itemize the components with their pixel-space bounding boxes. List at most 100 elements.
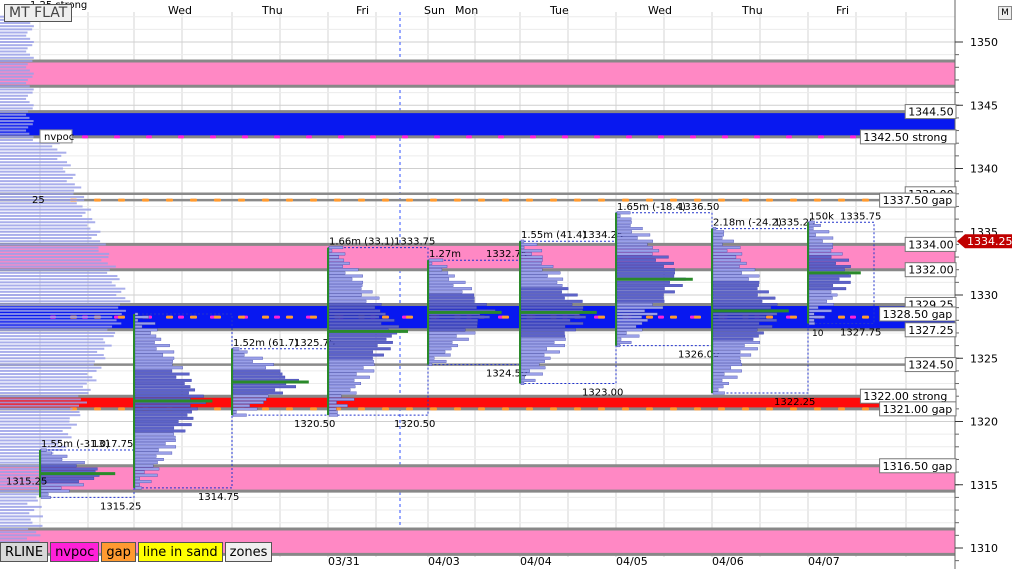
gap-marker: [118, 198, 125, 202]
session-volume-label: 2.18m (-24.2): [713, 218, 782, 229]
nvpoc-marker: [274, 135, 280, 139]
day-header-label: Wed: [168, 4, 192, 17]
gap-marker: [454, 407, 461, 411]
profile-bar: [616, 230, 632, 234]
gap-marker: [334, 198, 341, 202]
left-profile-bar: [0, 22, 31, 25]
left-profile-bar: [0, 328, 108, 331]
profile-bar: [712, 284, 759, 287]
gap-marker: [310, 198, 317, 202]
left-profile-bar: [0, 240, 101, 243]
profile-bar: [134, 334, 157, 338]
left-profile-bar: [0, 72, 34, 75]
gap-marker: [286, 407, 293, 411]
nvpoc-button[interactable]: nvpoc: [50, 542, 100, 562]
profile-bar: [428, 344, 458, 348]
profile-bar: [428, 261, 433, 265]
profile-bar: [712, 340, 760, 344]
profile-bar: [328, 391, 357, 395]
gap-marker: [430, 198, 437, 202]
profile-bar: [808, 274, 851, 278]
line-in-sand-button[interactable]: line in sand: [137, 542, 223, 562]
maximize-button[interactable]: M: [998, 6, 1012, 20]
profile-bar: [520, 375, 525, 379]
profile-bar: [520, 356, 551, 360]
session-low-label: 1320.50: [294, 419, 335, 430]
left-profile-bar: [0, 528, 29, 531]
nvpoc-marker: [818, 135, 824, 139]
gap-marker: [406, 407, 413, 411]
profile-bar: [808, 293, 838, 297]
profile-bar: [328, 334, 392, 338]
gap-marker: [142, 198, 149, 202]
profile-bar: [616, 299, 665, 303]
profile-bar: [134, 363, 173, 367]
bottom-toolbar: RLINE nvpoc gap line in sand zones: [0, 542, 273, 564]
profile-bar: [134, 337, 162, 341]
gap-marker: [478, 407, 485, 411]
profile-bar: [134, 369, 173, 373]
left-profile-bar: [0, 281, 112, 284]
left-profile-bar: [0, 395, 79, 398]
profile-bar: [616, 258, 656, 262]
left-profile-bar: [0, 249, 99, 252]
profile-bar: [428, 280, 466, 284]
zones-button[interactable]: zones: [224, 542, 273, 562]
profile-bar: [328, 296, 380, 300]
left-profile-bar: [0, 135, 34, 138]
profile-bar: [428, 347, 452, 351]
left-profile-bar: [0, 417, 70, 420]
left-profile-bar: [0, 512, 30, 515]
profile-bar: [616, 249, 660, 253]
left-profile-bar: [0, 369, 97, 372]
profile-bar: [428, 337, 469, 341]
profile-bar: [616, 290, 675, 294]
nvpoc-marker: [786, 135, 792, 139]
profile-bar: [428, 340, 453, 344]
profile-bar: [428, 318, 478, 322]
gap-button[interactable]: gap: [101, 542, 136, 562]
profile-bar: [328, 274, 363, 278]
left-profile-bar: [0, 335, 114, 338]
left-profile-bar: [0, 385, 83, 388]
profile-bar: [328, 385, 356, 389]
left-profile-bar: [0, 350, 98, 353]
left-profile-bar: [0, 376, 93, 379]
profile-bar: [328, 290, 373, 294]
profile-bar: [134, 464, 154, 468]
session-low-label: 1315.25: [100, 501, 141, 512]
profile-bar: [712, 299, 763, 303]
profile-bar: [134, 429, 186, 433]
gap-marker: [742, 407, 749, 411]
profile-bar: [134, 432, 174, 436]
profile-bar: [328, 325, 400, 329]
profile-bar: [616, 252, 653, 256]
profile-bar: [134, 350, 175, 354]
profile-bar: [328, 394, 342, 398]
market-profile-chart[interactable]: 1.55m (-31.0)1315.251314.751.52m (61.7)1…: [0, 0, 1016, 569]
profile-bar: [232, 410, 237, 414]
profile-bar: [134, 312, 139, 316]
profile-bar: [520, 280, 558, 284]
gap-marker: [214, 407, 221, 411]
profile-bar: [616, 274, 675, 278]
profile-bar: [520, 347, 548, 351]
left-profile-bar: [0, 170, 66, 173]
profile-bar: [520, 287, 569, 291]
profile-bar: [808, 268, 845, 272]
left-profile-bar: [0, 180, 67, 183]
profile-bar: [712, 363, 742, 367]
profile-bar: [328, 309, 381, 313]
left-profile-bar: [0, 85, 30, 88]
rline-button[interactable]: RLINE: [0, 542, 49, 562]
profile-bar: [428, 277, 450, 281]
price-tick-label: 1325: [970, 352, 998, 365]
profile-bar: [808, 227, 814, 231]
left-profile-bar: [0, 373, 88, 376]
profile-bar: [808, 223, 821, 227]
profile-bar: [134, 457, 164, 461]
gap-marker: [694, 407, 701, 411]
profile-bar: [40, 451, 52, 455]
left-profile-bar: [0, 306, 119, 309]
level-label: 1324.50: [908, 359, 954, 372]
